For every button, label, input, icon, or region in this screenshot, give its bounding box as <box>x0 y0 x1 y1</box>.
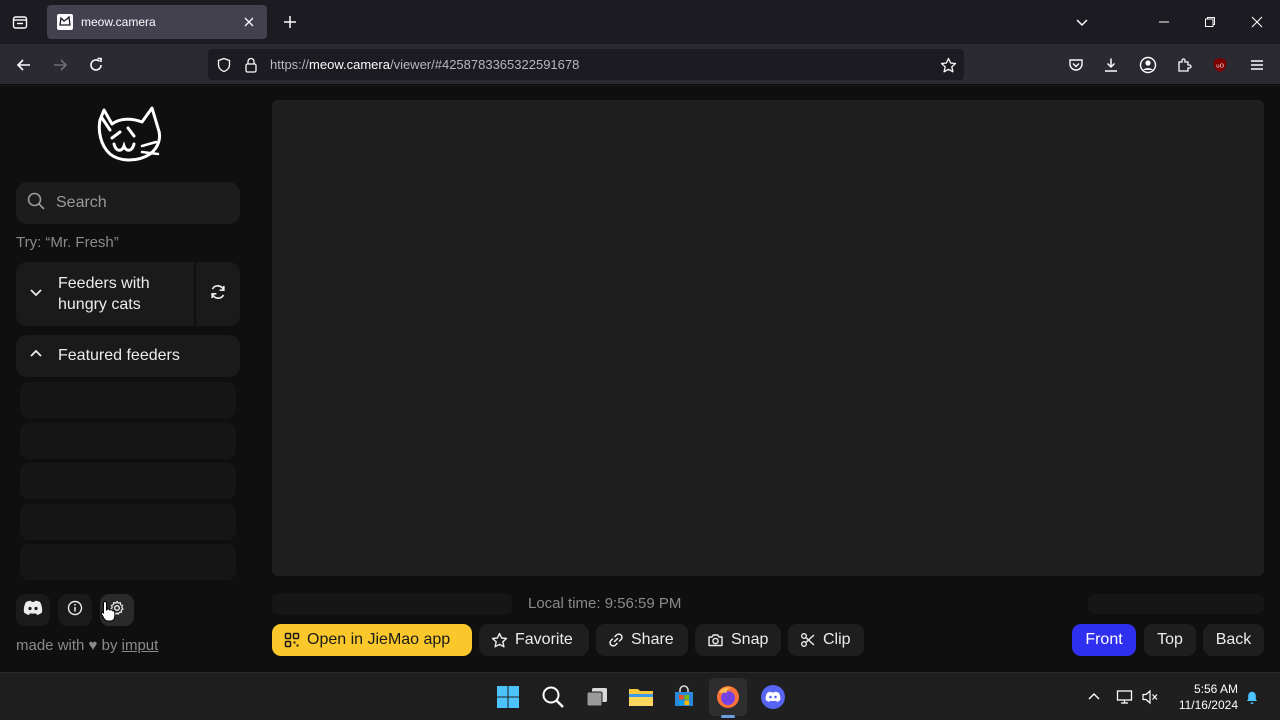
close-window-icon[interactable] <box>1247 12 1267 32</box>
notification-bell-icon[interactable] <box>1242 687 1262 707</box>
back-arrow-icon[interactable] <box>12 53 36 77</box>
new-tab-plus-icon[interactable] <box>280 12 300 32</box>
about-button[interactable] <box>58 594 92 626</box>
reload-icon[interactable] <box>84 53 108 77</box>
file-explorer-icon[interactable] <box>625 681 657 713</box>
volume-muted-icon[interactable] <box>1140 687 1160 707</box>
forward-arrow-icon[interactable] <box>48 53 72 77</box>
local-time: Local time: 9:56:59 PM <box>528 595 682 612</box>
show-hidden-icons-chevron-icon[interactable] <box>1084 687 1104 707</box>
star-icon <box>491 632 508 647</box>
clock-time: 5:56 AM <box>1193 682 1238 696</box>
firefox-icon[interactable] <box>712 681 744 713</box>
scissors-icon <box>801 633 815 647</box>
featured-feeders-toggle[interactable]: Featured feeders <box>16 335 240 377</box>
share-label: Share <box>631 631 674 648</box>
cat-favicon-icon <box>57 14 73 30</box>
search-input[interactable] <box>56 194 226 212</box>
refresh-icon <box>209 283 227 306</box>
favorite-button[interactable]: Favorite <box>479 624 589 656</box>
top-camera-button[interactable]: Top <box>1144 624 1196 656</box>
url-bar[interactable]: https://meow.camera/viewer/#425878336532… <box>208 49 964 80</box>
clip-button[interactable]: Clip <box>788 624 864 656</box>
made-with-credit: made with ♥ by imput <box>16 637 158 654</box>
tab-title: meow.camera <box>81 15 156 29</box>
browser-tab-bar: meow.camera <box>0 0 1280 44</box>
open-in-jiemao-button[interactable]: Open in JieMao app <box>272 624 472 656</box>
link-icon <box>609 633 623 647</box>
browser-nav-bar: https://meow.camera/viewer/#425878336532… <box>0 44 1280 85</box>
discord-taskbar-icon[interactable] <box>757 681 789 713</box>
share-button[interactable]: Share <box>596 624 688 656</box>
mouse-cursor-icon <box>100 600 116 627</box>
tab-list-icon[interactable] <box>8 10 32 34</box>
feeder-list-item-placeholder[interactable] <box>20 382 236 418</box>
search-box[interactable] <box>16 182 240 224</box>
open-in-jiemao-label: Open in JieMao app <box>307 631 451 648</box>
feeder-name-placeholder <box>272 593 512 615</box>
info-icon <box>67 600 83 621</box>
feeder-list-item-placeholder[interactable] <box>20 544 236 580</box>
sidebar: Try: “Mr. Fresh” Feeders with hungry cat… <box>0 86 256 672</box>
svg-text:uO: uO <box>1216 64 1224 70</box>
author-link[interactable]: imput <box>122 637 159 654</box>
feeders-hungry-cats-label: Feeders with hungry cats <box>58 275 150 313</box>
front-camera-button[interactable]: Front <box>1072 624 1136 656</box>
camera-viewer[interactable] <box>272 100 1264 576</box>
clip-label: Clip <box>823 631 851 648</box>
by-text: by <box>101 637 118 654</box>
account-icon[interactable] <box>1136 53 1160 77</box>
minimize-icon[interactable] <box>1154 12 1174 32</box>
extensions-puzzle-icon[interactable] <box>1172 53 1196 77</box>
feeders-hungry-cats-toggle[interactable]: Feeders with hungry cats <box>16 262 194 326</box>
feeder-list-item-placeholder[interactable] <box>20 423 236 459</box>
snap-label: Snap <box>731 631 769 648</box>
bookmark-star-icon[interactable] <box>938 55 958 75</box>
taskbar-clock[interactable]: 5:56 AM 11/16/2024 <box>1168 681 1238 713</box>
pocket-icon[interactable] <box>1064 53 1088 77</box>
featured-feeders-label: Featured feeders <box>58 347 180 364</box>
ublock-origin-icon[interactable]: uO <box>1208 53 1232 77</box>
refresh-hungry-cats-button[interactable] <box>196 262 240 326</box>
discord-button[interactable] <box>16 594 50 626</box>
made-with-text: made with <box>16 637 85 654</box>
windows-taskbar: 5:56 AM 11/16/2024 <box>0 672 1280 720</box>
camera-icon <box>708 634 723 647</box>
tracking-protection-shield-icon[interactable] <box>214 55 234 75</box>
chevron-down-icon <box>28 284 44 305</box>
back-camera-button[interactable]: Back <box>1203 624 1264 656</box>
url-prefix: https:// <box>270 57 310 72</box>
search-icon <box>26 191 46 216</box>
chevron-up-icon <box>28 346 44 367</box>
clock-date: 11/16/2024 <box>1178 698 1238 712</box>
microsoft-store-icon[interactable] <box>668 681 700 713</box>
meow-camera-page: Try: “Mr. Fresh” Feeders with hungry cat… <box>0 86 1280 672</box>
browser-tab[interactable]: meow.camera <box>47 5 267 39</box>
status-placeholder <box>1088 594 1264 614</box>
active-app-indicator <box>721 715 735 718</box>
url-text: https://meow.camera/viewer/#425878336532… <box>270 57 579 72</box>
cat-logo-icon[interactable] <box>92 100 164 166</box>
url-path: /viewer/#4258783365322591678 <box>389 57 580 72</box>
qr-code-icon <box>284 632 300 648</box>
url-host: meow.camera <box>309 57 390 72</box>
feeder-list-item-placeholder[interactable] <box>20 463 236 499</box>
network-icon[interactable] <box>1115 687 1135 707</box>
heart-icon: ♥ <box>88 637 98 654</box>
tab-close-icon[interactable] <box>241 14 257 30</box>
favorite-label: Favorite <box>515 631 573 648</box>
list-all-tabs-chevron-icon[interactable] <box>1072 12 1092 32</box>
taskbar-search-icon[interactable] <box>537 681 569 713</box>
feeder-list-item-placeholder[interactable] <box>20 504 236 540</box>
downloads-icon[interactable] <box>1099 53 1123 77</box>
snap-button[interactable]: Snap <box>695 624 781 656</box>
windows-start-icon[interactable] <box>492 681 524 713</box>
search-hint: Try: “Mr. Fresh” <box>16 234 119 251</box>
discord-icon <box>23 600 43 621</box>
restore-icon[interactable] <box>1200 12 1220 32</box>
app-menu-hamburger-icon[interactable] <box>1245 53 1269 77</box>
task-view-icon[interactable] <box>581 681 613 713</box>
lock-icon[interactable] <box>241 55 261 75</box>
